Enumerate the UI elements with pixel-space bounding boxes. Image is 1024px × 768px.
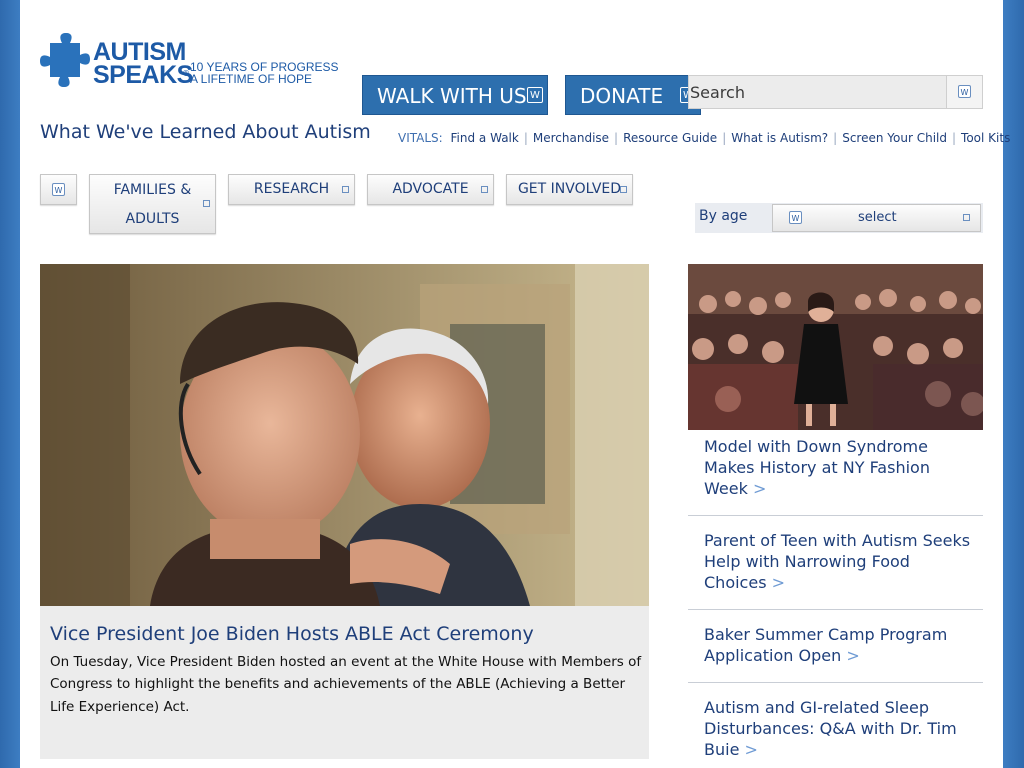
vitals-link-screen-your-child[interactable]: Screen Your Child: [842, 131, 947, 145]
search-button[interactable]: W: [946, 76, 982, 108]
vitals-separator: |: [722, 131, 727, 145]
nav-research[interactable]: RESEARCH: [228, 174, 355, 205]
vitals-separator: |: [614, 131, 619, 145]
chevron-right-icon: >: [752, 479, 767, 498]
search-submit-icon: W: [958, 85, 971, 98]
nav-research-label: RESEARCH: [253, 181, 330, 197]
nav-get-involved-label: GET INVOLVED: [517, 181, 622, 197]
w-badge-icon: W: [789, 211, 802, 224]
search-box: W: [688, 75, 983, 109]
vitals-separator: |: [951, 131, 957, 145]
side-story-title-1: Model with Down Syndrome Makes History a…: [704, 437, 930, 498]
chevron-right-icon: >: [846, 646, 860, 665]
donate-label: DONATE: [580, 84, 664, 108]
divider: [688, 609, 983, 610]
chevron-down-icon: [963, 214, 970, 221]
donate-button[interactable]: DONATE W: [565, 75, 701, 115]
side-story-link-1[interactable]: Model with Down Syndrome Makes History a…: [704, 436, 974, 499]
nav-families-label-2: ADULTS: [125, 211, 180, 227]
nav-families-label-1: FAMILIES &: [113, 182, 192, 198]
chevron-right-icon: >: [771, 573, 786, 592]
page-subtitle: What We've Learned About Autism: [40, 121, 371, 143]
logo-word-speaks: SPEAKS: [93, 61, 193, 89]
by-age-label: By age: [699, 208, 748, 224]
by-age-filter: By age W select: [695, 203, 983, 233]
side-story-title-3: Baker Summer Camp Program Application Op…: [704, 625, 948, 665]
hero-story-card: Vice President Joe Biden Hosts ABLE Act …: [40, 606, 649, 759]
nav-families-adults[interactable]: FAMILIES & ADULTS: [89, 174, 216, 234]
side-story-link-4[interactable]: Autism and GI-related Sleep Disturbances…: [704, 697, 974, 760]
vitals-separator: |: [833, 131, 838, 145]
hero-story-title[interactable]: Vice President Joe Biden Hosts ABLE Act …: [50, 623, 534, 645]
dropdown-indicator-icon: [342, 186, 349, 193]
side-story-title-4: Autism and GI-related Sleep Disturbances…: [704, 698, 957, 759]
logo-tagline-2: A LIFETIME OF HOPE: [190, 72, 313, 86]
vitals-link-resource-guide[interactable]: Resource Guide: [623, 131, 717, 145]
nav-advocate[interactable]: ADVOCATE: [367, 174, 494, 205]
vitals-link-what-is-autism[interactable]: What is Autism?: [731, 131, 828, 145]
by-age-select-value: select: [858, 210, 897, 225]
hero-story-summary: On Tuesday, Vice President Biden hosted …: [50, 654, 642, 715]
by-age-select[interactable]: W select: [772, 204, 981, 232]
w-badge-icon: W: [527, 87, 543, 103]
side-story-title-2: Parent of Teen with Autism Seeks Help wi…: [704, 531, 971, 592]
vitals-link-merchandise[interactable]: Merchandise: [533, 131, 609, 145]
autism-speaks-logo[interactable]: AUTISM SPEAKS ® 10 YEARS OF PROGRESS A L…: [40, 27, 340, 89]
vitals-label: VITALS:: [398, 131, 443, 145]
side-story-link-3[interactable]: Baker Summer Camp Program Application Op…: [704, 624, 974, 666]
side-story-photo[interactable]: [688, 264, 983, 430]
vitals-bar: VITALS: Find a Walk | Merchandise | Resource…: [398, 131, 1010, 145]
hero-photo[interactable]: [40, 264, 649, 606]
chevron-right-icon: >: [744, 740, 758, 759]
nav-advocate-label: ADVOCATE: [392, 181, 469, 197]
fashion-week-photo-illustration: [688, 264, 983, 430]
nav-home-button[interactable]: W: [40, 174, 77, 205]
home-icon: W: [52, 183, 65, 196]
walk-with-us-button[interactable]: WALK WITH US W: [362, 75, 548, 115]
dropdown-indicator-icon: [481, 186, 488, 193]
search-input[interactable]: [690, 78, 940, 106]
hero-photo-illustration: [40, 264, 649, 606]
puzzle-piece-icon: [40, 33, 90, 87]
divider: [688, 515, 983, 516]
nav-get-involved[interactable]: GET INVOLVED: [506, 174, 633, 205]
dropdown-indicator-icon: [620, 186, 627, 193]
vitals-separator: |: [523, 131, 528, 145]
walk-with-us-label: WALK WITH US: [377, 84, 527, 108]
divider: [688, 682, 983, 683]
vitals-link-find-a-walk[interactable]: Find a Walk: [451, 131, 519, 145]
dropdown-indicator-icon: [203, 200, 210, 207]
vitals-link-tool-kits[interactable]: Tool Kits: [961, 131, 1010, 145]
registered-mark: ®: [182, 69, 190, 78]
side-story-link-2[interactable]: Parent of Teen with Autism Seeks Help wi…: [704, 530, 974, 593]
